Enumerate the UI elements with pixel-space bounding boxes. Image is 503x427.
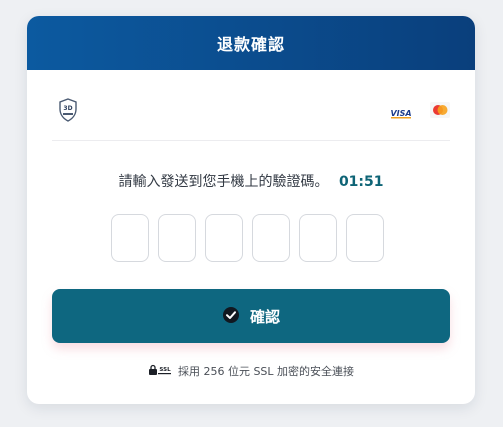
header: 退款確認 (27, 16, 475, 70)
otp-input-group (111, 214, 384, 262)
ssl-badge-text: SSL (159, 367, 171, 373)
refund-confirm-card: 退款確認 3D VISA 請輸入發送到您手機上的驗證碼。 01:51 確認 SS… (27, 16, 475, 404)
verification-prompt-row: 請輸入發送到您手機上的驗證碼。 01:51 (27, 171, 475, 191)
visa-icon: VISA (390, 104, 412, 123)
ssl-notice: SSL 採用 256 位元 SSL 加密的安全連接 (27, 363, 475, 379)
otp-digit-4[interactable] (252, 214, 290, 262)
mastercard-icon (430, 102, 450, 122)
brand-row: 3D VISA (52, 96, 450, 141)
check-circle-icon (222, 306, 240, 327)
verification-prompt: 請輸入發送到您手機上的驗證碼。 (118, 174, 329, 190)
otp-digit-1[interactable] (111, 214, 149, 262)
page-title: 退款確認 (216, 35, 285, 54)
otp-digit-3[interactable] (205, 214, 243, 262)
countdown-timer: 01:51 (338, 174, 384, 190)
otp-digit-5[interactable] (299, 214, 337, 262)
ssl-lock-icon: SSL (148, 364, 172, 379)
confirm-button-label: 確認 (249, 308, 280, 326)
3d-badge-text: 3D (63, 105, 72, 112)
ssl-text: 採用 256 位元 SSL 加密的安全連接 (177, 365, 355, 378)
visa-text: VISA (390, 109, 411, 118)
3d-secure-shield-icon: 3D (58, 98, 78, 126)
confirm-button[interactable]: 確認 (52, 289, 450, 343)
otp-digit-2[interactable] (158, 214, 196, 262)
otp-digit-6[interactable] (346, 214, 384, 262)
